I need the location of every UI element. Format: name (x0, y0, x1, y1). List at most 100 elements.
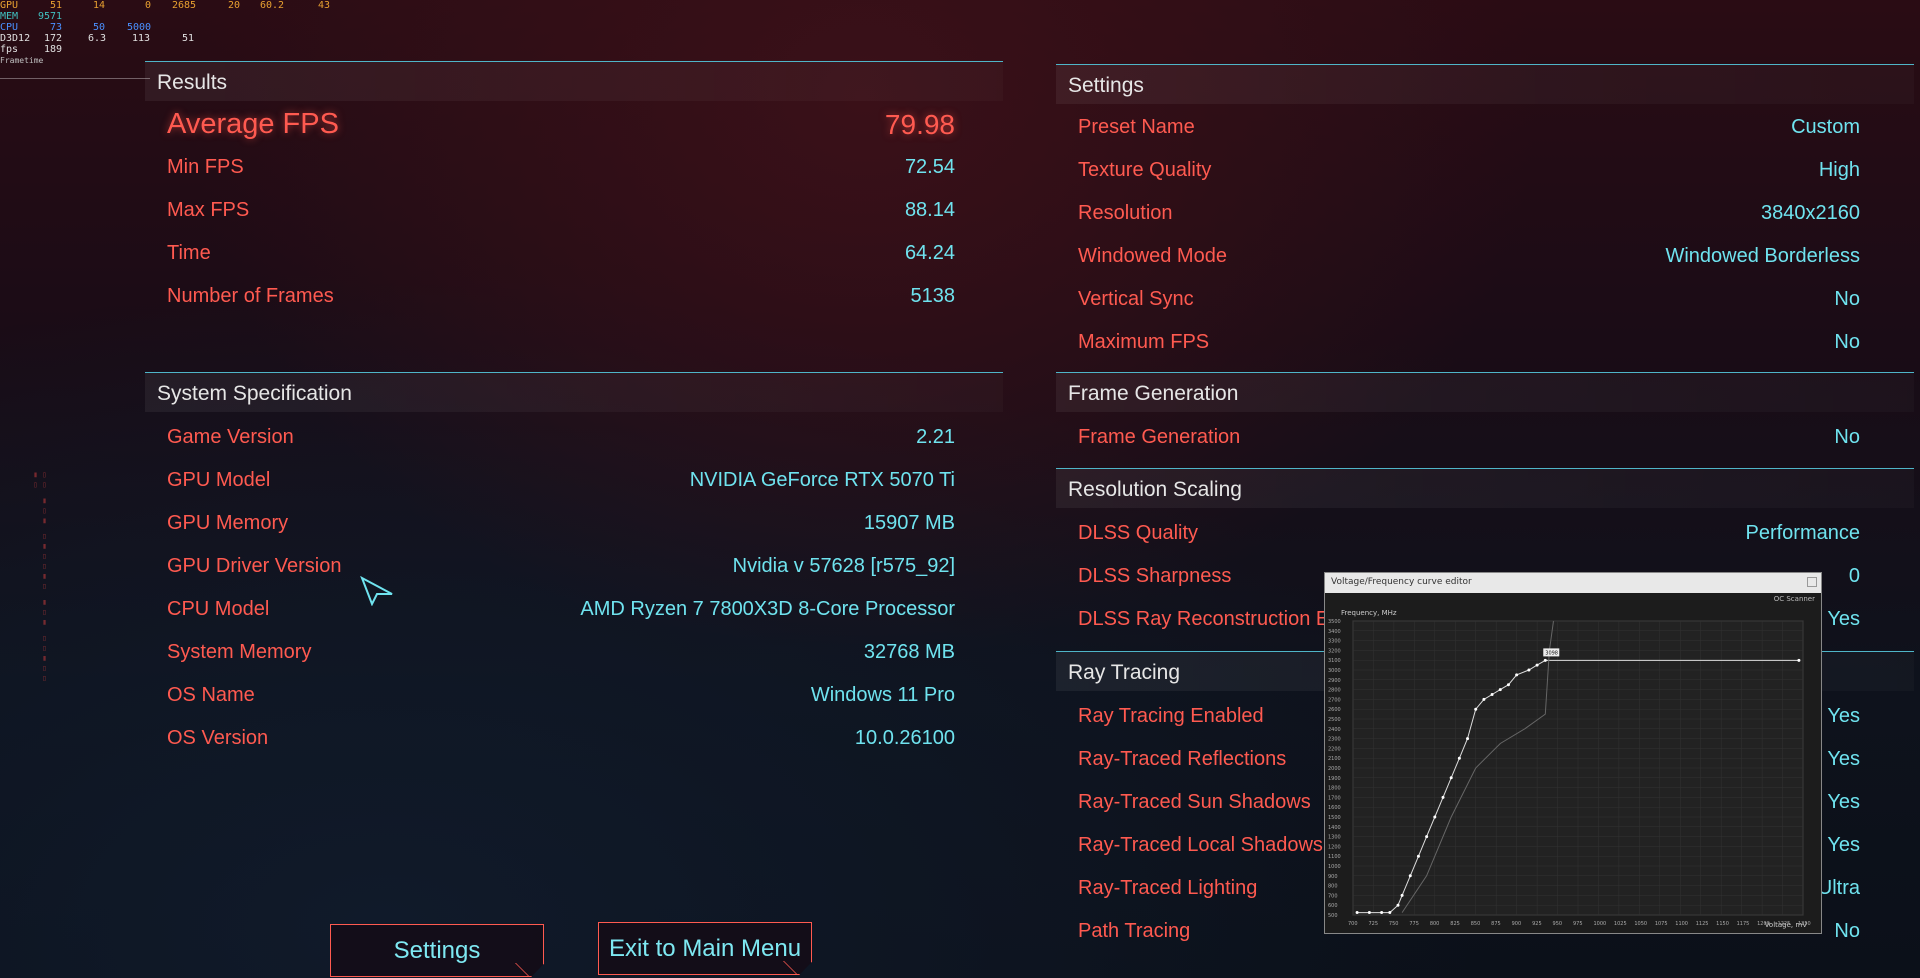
vf-y-tick-label: 3300 (1328, 639, 1341, 645)
vf-y-tick-label: 2600 (1328, 707, 1341, 713)
overlay-value: 6.3 (88, 33, 107, 44)
vf-curve-editor-window[interactable]: Voltage/Frequency curve editor OC Scanne… (1324, 572, 1822, 934)
vf-curve-point (1388, 911, 1392, 915)
result-value: 5138 (910, 285, 956, 307)
setting-label: Vertical Sync (1078, 288, 1194, 310)
settings-button[interactable]: Settings (330, 924, 544, 977)
vf-curve-point (1535, 663, 1539, 667)
setting-row: Maximum FPS No (1056, 327, 1914, 359)
vf-curve-point (1515, 673, 1519, 677)
vf-curve-point (1367, 911, 1371, 915)
setting-value: No (1834, 426, 1860, 448)
vf-y-tick-label: 800 (1328, 884, 1338, 890)
overlay-value: 14 (93, 0, 106, 11)
setting-value: Yes (1827, 834, 1860, 856)
vf-curve-point (1408, 874, 1412, 878)
spec-value: 15907 MB (863, 512, 955, 534)
spec-value: AMD Ryzen 7 7800X3D 8-Core Processor (580, 598, 955, 620)
spec-row: System Memory 32768 MB (145, 637, 1003, 669)
overlay-label: fps (0, 44, 19, 55)
vf-x-tick-label: 1125 (1696, 921, 1709, 927)
setting-value: Yes (1827, 791, 1860, 813)
overlay-value: 60.2 (260, 0, 285, 11)
frame-generation-panel: Frame Generation Frame Generation No (1056, 372, 1914, 462)
setting-value: Yes (1827, 748, 1860, 770)
overlay-frametime-label: Frametime (0, 56, 44, 65)
vf-y-tick-label: 1800 (1328, 786, 1341, 792)
vf-x-tick-label: 800 (1430, 921, 1440, 927)
overlay-value: 43 (318, 0, 331, 11)
vf-y-tick-label: 2000 (1328, 766, 1341, 772)
vf-y-tick-label: 1300 (1328, 835, 1341, 841)
vf-curve-point (1506, 683, 1510, 687)
average-fps-row: Average FPS 79.98 (145, 108, 1003, 140)
spec-label: System Memory (167, 641, 312, 663)
vf-curve-point (1400, 893, 1404, 897)
vf-y-tick-label: 2800 (1328, 688, 1341, 694)
side-decoration: ▯▯ ▮▯▮ ▯▮▯▯▮▯ ▮▯▮ ▯▯▮▯▯ ▮▯ (31, 470, 49, 684)
spec-row: OS Name Windows 11 Pro (145, 680, 1003, 712)
result-row: Time 64.24 (145, 238, 1003, 270)
overlay-value: 9571 (38, 11, 63, 22)
setting-label: Frame Generation (1078, 426, 1241, 448)
setting-row: DLSS Quality Performance (1056, 518, 1914, 550)
overlay-value: 0 (145, 0, 152, 11)
overlay-label: MEM (0, 11, 19, 22)
setting-value: Ultra (1817, 877, 1860, 899)
setting-row: Texture Quality High (1056, 155, 1914, 187)
overlay-value: 51 (182, 33, 195, 44)
vf-curve-point (1441, 795, 1445, 799)
spec-value: 32768 MB (863, 641, 955, 663)
vf-curve-point (1482, 697, 1486, 701)
vf-y-tick-label: 1200 (1328, 844, 1341, 850)
spec-label: OS Name (167, 684, 255, 706)
vf-y-tick-label: 2500 (1328, 717, 1341, 723)
vf-y-tick-label: 2300 (1328, 737, 1341, 743)
vf-x-tick-label: 1025 (1614, 921, 1627, 927)
setting-value: Custom (1791, 116, 1860, 138)
overlay-frametime-graph (0, 78, 150, 79)
vf-marker-label: 3098 (1545, 650, 1558, 656)
frame-generation-header: Frame Generation (1056, 372, 1914, 412)
setting-row: Preset Name Custom (1056, 112, 1914, 144)
vf-curve-point (1466, 737, 1470, 741)
spec-row: Game Version 2.21 (145, 422, 1003, 454)
vf-curve-point (1527, 668, 1531, 672)
vf-y-tick-label: 600 (1328, 903, 1338, 909)
vf-curve-point (1425, 835, 1429, 839)
overlay-value: 2685 (172, 0, 197, 11)
setting-label: Texture Quality (1078, 159, 1212, 181)
overlay-value: 172 (44, 33, 63, 44)
results-title: Results (157, 71, 228, 94)
vf-x-tick-label: 1050 (1634, 921, 1647, 927)
vf-x-tick-label: 775 (1409, 921, 1419, 927)
setting-label: DLSS Ray Reconstruction E (1078, 608, 1330, 630)
spec-value: 10.0.26100 (854, 727, 955, 749)
vf-y-tick-label: 1900 (1328, 776, 1341, 782)
setting-value: No (1834, 288, 1860, 310)
results-header: Results (145, 61, 1003, 101)
exit-to-main-menu-button[interactable]: Exit to Main Menu (598, 922, 812, 975)
vf-x-tick-label: 875 (1491, 921, 1501, 927)
vf-x-tick-label: 1225 (1778, 921, 1791, 927)
spec-label: OS Version (167, 727, 269, 749)
setting-label: DLSS Sharpness (1078, 565, 1232, 587)
setting-label: Ray-Traced Reflections (1078, 748, 1287, 770)
system-spec-title: System Specification (157, 382, 352, 405)
result-label: Max FPS (167, 199, 250, 221)
setting-label: DLSS Quality (1078, 522, 1199, 544)
overlay-value: 189 (44, 44, 63, 55)
spec-value: 2.21 (916, 426, 955, 448)
setting-label: Ray-Traced Lighting (1078, 877, 1258, 899)
spec-row: GPU Memory 15907 MB (145, 508, 1003, 540)
spec-label: GPU Memory (167, 512, 289, 534)
overlay-value: 73 (50, 22, 63, 33)
vf-x-tick-label: 1150 (1716, 921, 1729, 927)
vf-curve-graph[interactable]: 3500 3400 3300 3200 3100 3000 2900 2800 2700 2600… (1325, 573, 1823, 935)
cursor-icon (360, 576, 393, 606)
vf-y-tick-label: 1400 (1328, 825, 1341, 831)
vf-y-tick-label: 3100 (1328, 658, 1341, 664)
result-value: 64.24 (904, 242, 955, 264)
vf-curve-point (1498, 688, 1502, 692)
setting-label: Path Tracing (1078, 920, 1191, 942)
